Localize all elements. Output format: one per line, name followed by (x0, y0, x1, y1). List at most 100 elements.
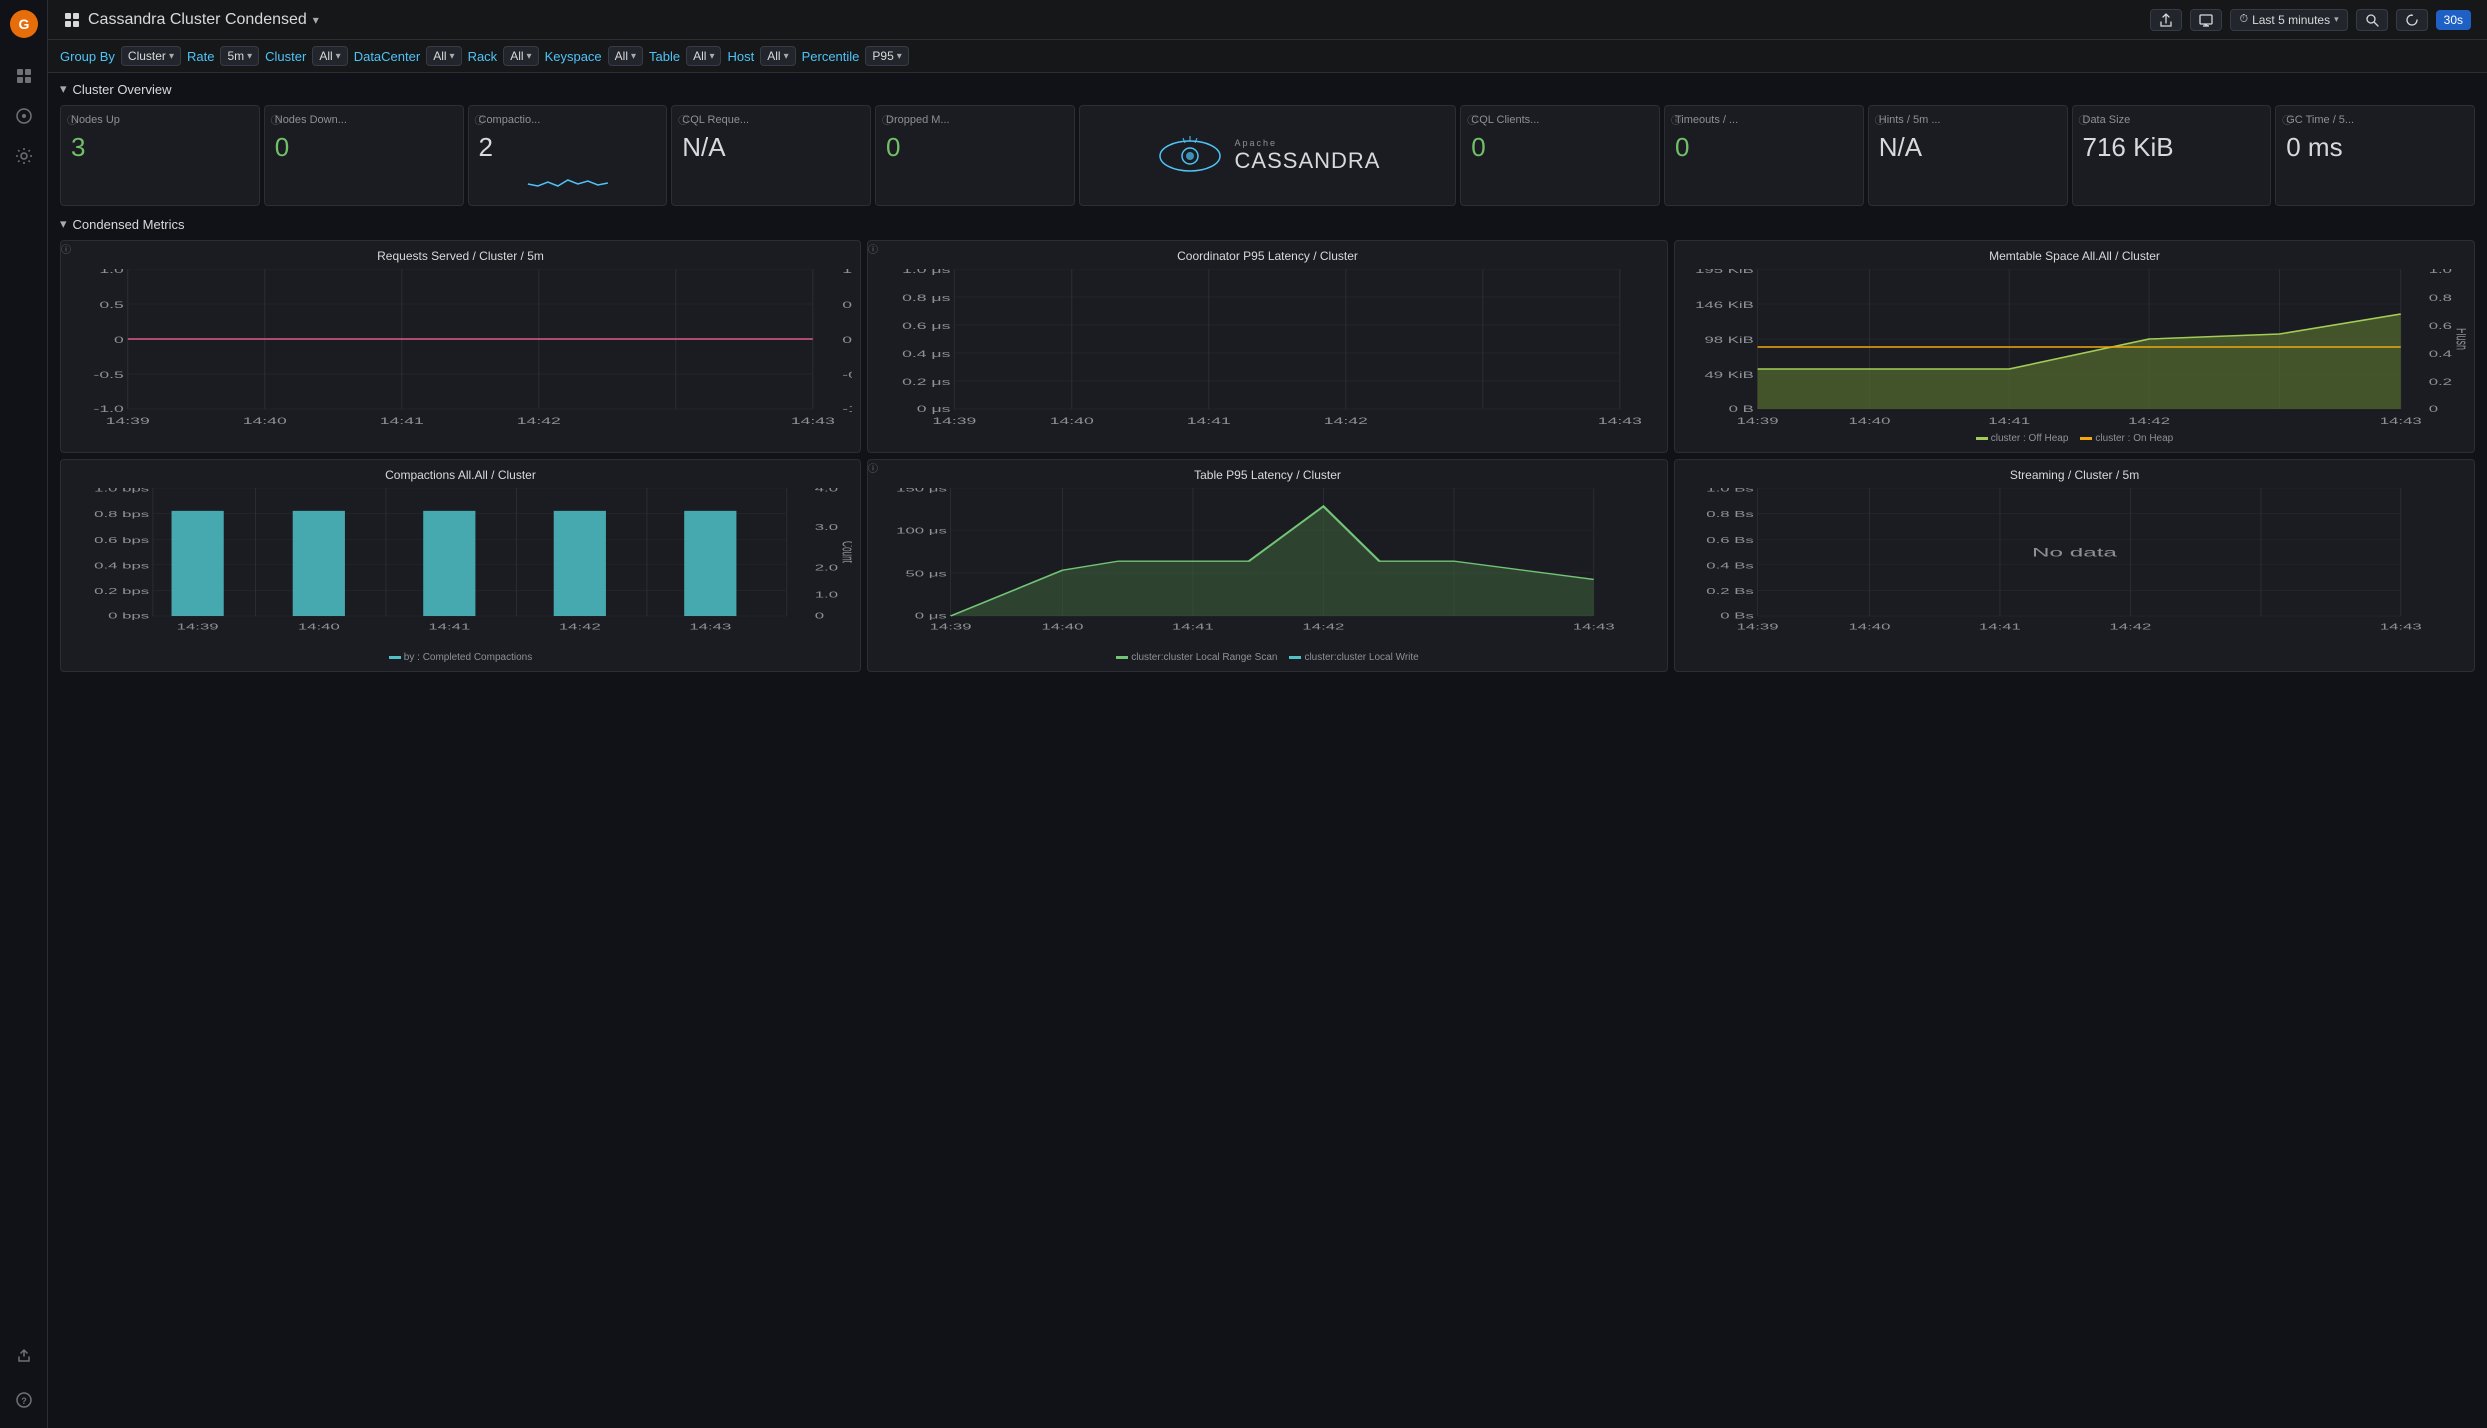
grafana-logo[interactable]: G (8, 8, 40, 40)
svg-text:0.4 bps: 0.4 bps (94, 561, 149, 570)
settings-icon[interactable] (8, 140, 40, 172)
svg-text:14:43: 14:43 (791, 416, 835, 426)
time-range-selector[interactable]: ⏱ Last 5 minutes ▾ (2230, 9, 2347, 31)
refresh-icon-button[interactable] (2396, 9, 2428, 31)
datacenter-select[interactable]: All ▾ (426, 46, 461, 66)
requests-served-info[interactable]: ⓘ (61, 241, 71, 256)
compactions-chart: 1.0 bps 0.8 bps 0.6 bps 0.4 bps 0.2 bps … (69, 488, 852, 648)
topbar: Cassandra Cluster Condensed ▾ ⏱ Last 5 m… (48, 0, 2487, 40)
cassandra-logo: Apache CASSANDRA (1155, 131, 1381, 181)
cassandra-logo-card: Apache CASSANDRA (1079, 105, 1457, 206)
svg-text:1.0 Bs: 1.0 Bs (1706, 488, 1754, 494)
svg-text:150 μs: 150 μs (896, 488, 947, 494)
svg-text:0: 0 (815, 611, 824, 620)
home-icon[interactable] (8, 60, 40, 92)
table-arrow: ▾ (709, 51, 714, 62)
percentile-select[interactable]: P95 ▾ (865, 46, 908, 66)
gc-time-value: 0 ms (2286, 134, 2464, 160)
table-latency-panel: ⓘ Table P95 Latency / Cluster (867, 459, 1668, 672)
host-arrow: ▾ (784, 51, 789, 62)
data-size-info[interactable]: ⓘ (2079, 112, 2089, 127)
memtable-space-panel: Memtable Space All.All / Cluster (1674, 240, 2475, 453)
cql-requests-value: N/A (682, 134, 860, 160)
svg-text:1.0 μs: 1.0 μs (902, 269, 950, 275)
svg-text:0.2: 0.2 (2429, 377, 2452, 387)
condensed-metrics-title: Condensed Metrics (73, 217, 185, 232)
cluster-filter-arrow: ▾ (336, 51, 341, 62)
host-select[interactable]: All ▾ (760, 46, 795, 66)
nodes-up-info[interactable]: ⓘ (67, 112, 77, 127)
share-button[interactable] (2150, 9, 2182, 31)
svg-text:14:41: 14:41 (1187, 416, 1231, 426)
nodes-down-title: Nodes Down... (275, 114, 453, 126)
tv-button[interactable] (2190, 9, 2222, 31)
svg-text:0.4 μs: 0.4 μs (902, 349, 950, 359)
cluster-groupby-select[interactable]: Cluster ▾ (121, 46, 181, 66)
nodes-up-card: ⓘ Nodes Up 3 (60, 105, 260, 206)
nodes-down-value: 0 (275, 134, 453, 160)
dashboard-icon[interactable] (8, 100, 40, 132)
dropped-messages-info[interactable]: ⓘ (882, 112, 892, 127)
svg-text:14:41: 14:41 (380, 416, 424, 426)
compactions-title: Compactions All.All / Cluster (69, 468, 852, 482)
sidebar-bottom: ? (8, 1336, 40, 1420)
svg-text:0 B: 0 B (1729, 404, 1754, 414)
hints-card: ⓘ Hints / 5m ... N/A (1868, 105, 2068, 206)
search-button[interactable] (2356, 9, 2388, 31)
rack-arrow: ▾ (527, 51, 532, 62)
cql-clients-value: 0 (1471, 134, 1649, 160)
percentile-arrow: ▾ (897, 51, 902, 62)
cql-clients-info[interactable]: ⓘ (1467, 112, 1477, 127)
timeouts-info[interactable]: ⓘ (1671, 112, 1681, 127)
timeouts-value: 0 (1675, 134, 1853, 160)
coordinator-latency-chart: 1.0 μs 0.8 μs 0.6 μs 0.4 μs 0.2 μs 0 μs … (876, 269, 1659, 429)
svg-text:G: G (18, 16, 29, 32)
cassandra-eye-icon (1155, 131, 1225, 181)
keyspace-select[interactable]: All ▾ (608, 46, 643, 66)
rate-arrow: ▾ (247, 51, 252, 62)
streaming-chart: 1.0 Bs 0.8 Bs 0.6 Bs 0.4 Bs 0.2 Bs 0 Bs … (1683, 488, 2466, 648)
hints-title: Hints / 5m ... (1879, 114, 2057, 126)
timeouts-card: ⓘ Timeouts / ... 0 (1664, 105, 1864, 206)
signin-icon[interactable] (8, 1340, 40, 1372)
hints-info[interactable]: ⓘ (1875, 112, 1885, 127)
refresh-interval-badge[interactable]: 30s (2436, 10, 2471, 30)
svg-text:0.2 Bs: 0.2 Bs (1706, 587, 1754, 596)
gc-time-info[interactable]: ⓘ (2282, 112, 2292, 127)
svg-text:0.5: 0.5 (99, 300, 124, 310)
nodes-down-info[interactable]: ⓘ (271, 112, 281, 127)
svg-text:0.6 μs: 0.6 μs (902, 321, 950, 331)
table-latency-info[interactable]: ⓘ (868, 460, 878, 475)
svg-text:0.8: 0.8 (2429, 293, 2452, 303)
svg-text:0.8 Bs: 0.8 Bs (1706, 510, 1754, 519)
svg-text:50 μs: 50 μs (905, 569, 947, 578)
rate-select[interactable]: 5m ▾ (220, 46, 259, 66)
table-select[interactable]: All ▾ (686, 46, 721, 66)
hints-value: N/A (1879, 134, 2057, 160)
svg-text:0.5: 0.5 (842, 300, 852, 310)
keyspace-label: Keyspace (545, 49, 602, 64)
cluster-label: Cluster (265, 49, 306, 64)
percentile-label: Percentile (802, 49, 860, 64)
nodes-up-value: 3 (71, 134, 249, 160)
condensed-metrics-chevron[interactable]: ▾ (60, 216, 67, 232)
keyspace-arrow: ▾ (631, 51, 636, 62)
coordinator-latency-info[interactable]: ⓘ (868, 241, 878, 256)
compaction-info[interactable]: ⓘ (475, 112, 485, 127)
svg-text:Flush: Flush (2453, 328, 2466, 350)
nodes-up-title: Nodes Up (71, 114, 249, 126)
data-size-title: Data Size (2083, 114, 2261, 126)
cluster-filter-select[interactable]: All ▾ (312, 46, 347, 66)
share-icon (2159, 13, 2173, 27)
rate-label: Rate (187, 49, 214, 64)
cluster-overview-chevron[interactable]: ▾ (60, 81, 67, 97)
svg-text:14:43: 14:43 (689, 622, 731, 631)
cql-requests-info[interactable]: ⓘ (678, 112, 688, 127)
toolbar: Group By Cluster ▾ Rate 5m ▾ Cluster All… (48, 40, 2487, 73)
compactions-legend: by : Completed Compactions (69, 652, 852, 663)
svg-text:195 KiB: 195 KiB (1695, 269, 1754, 275)
help-icon[interactable]: ? (8, 1384, 40, 1416)
rack-select[interactable]: All ▾ (503, 46, 538, 66)
dropped-messages-value: 0 (886, 134, 1064, 160)
timeouts-title: Timeouts / ... (1675, 114, 1853, 126)
